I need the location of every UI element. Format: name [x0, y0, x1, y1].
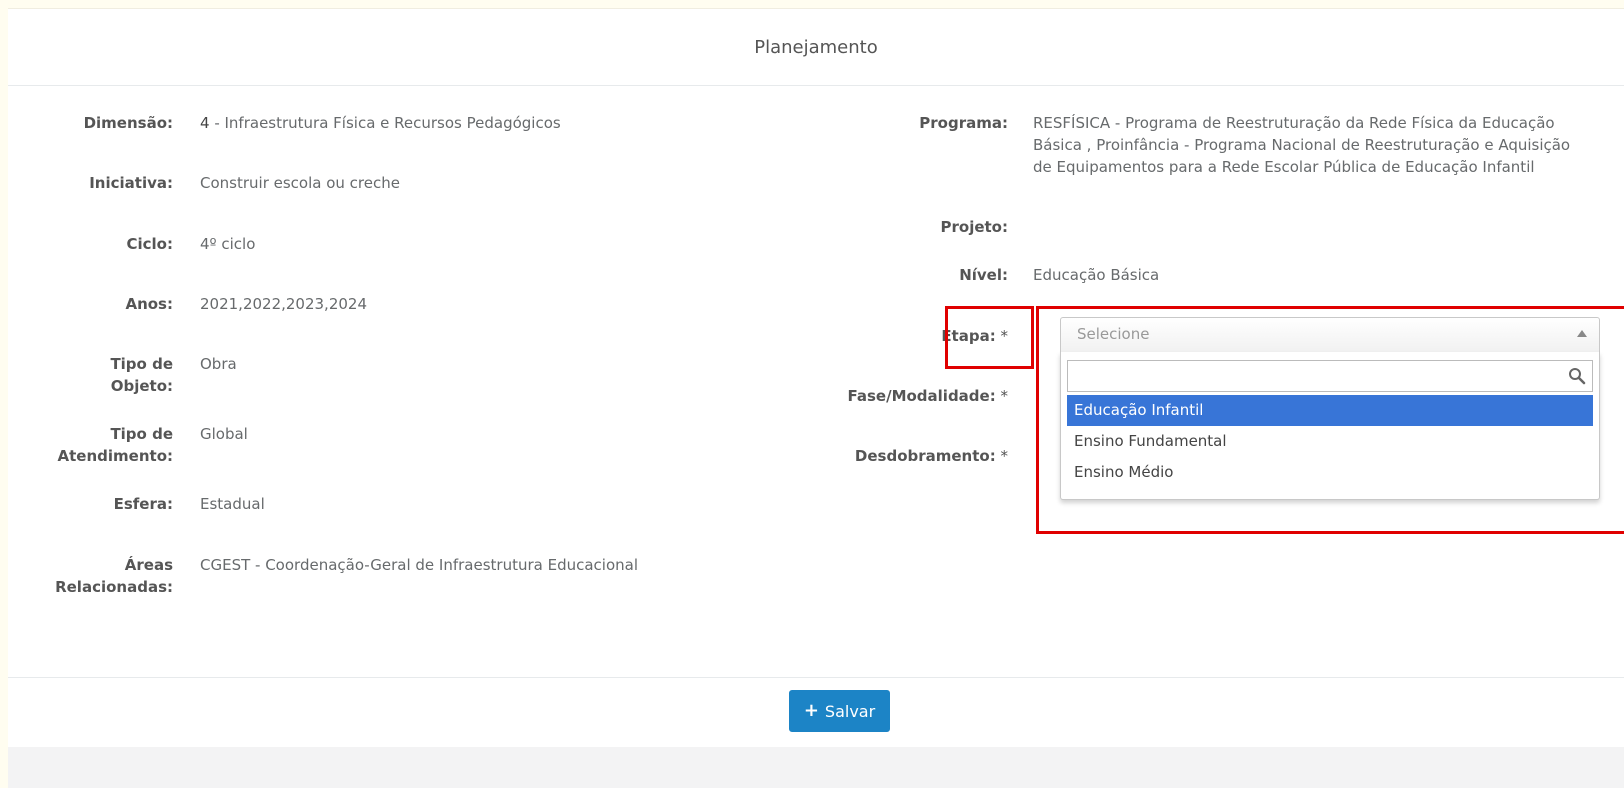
- label-tipo-objeto: Tipo de Objeto:: [38, 353, 173, 397]
- label-tipo-atendimento-line1: Tipo de: [110, 425, 173, 443]
- annotation-box-etapa-select: [1036, 306, 1624, 534]
- value-programa: RESFÍSICA - Programa de Reestruturação d…: [1033, 112, 1593, 178]
- label-programa: Programa:: [919, 114, 1008, 132]
- label-areas-line1: Áreas: [124, 556, 173, 574]
- label-tipo-objeto-line2: Objeto:: [110, 377, 173, 395]
- label-tipo-objeto-line1: Tipo de: [110, 355, 173, 373]
- save-button-label: Salvar: [824, 701, 876, 721]
- annotation-box-etapa-label: [945, 306, 1034, 369]
- required-marker: *: [995, 387, 1008, 405]
- value-anos: 2021,2022,2023,2024: [200, 295, 367, 313]
- value-programa-line2: Básica , Proinfância - Programa Nacional…: [1033, 136, 1571, 154]
- value-areas-relacionadas: CGEST - Coordenação-Geral de Infraestrut…: [200, 556, 638, 574]
- label-nivel: Nível:: [959, 266, 1008, 284]
- value-nivel: Educação Básica: [1033, 266, 1160, 284]
- save-button[interactable]: + Salvar: [789, 690, 890, 732]
- page-title: Planejamento: [754, 36, 878, 58]
- label-fase-modalidade: Fase/Modalidade: *: [788, 385, 1009, 407]
- plus-icon: +: [803, 700, 819, 721]
- value-programa-line3: de Equipamentos para a Rede Escolar Públ…: [1033, 158, 1535, 176]
- value-programa-line1: RESFÍSICA - Programa de Reestruturação d…: [1033, 114, 1555, 132]
- value-ciclo: 4º ciclo: [200, 235, 256, 253]
- label-esfera: Esfera:: [113, 495, 173, 513]
- label-dimensao: Dimensão:: [83, 114, 173, 132]
- panel-header: Planejamento: [8, 9, 1624, 86]
- label-areas-line2: Relacionadas:: [55, 578, 173, 596]
- value-esfera: Estadual: [200, 495, 265, 513]
- value-dimensao-text: - Infraestrutura Física e Recursos Pedag…: [209, 114, 561, 132]
- value-dimensao-number: 4: [200, 114, 210, 132]
- label-projeto: Projeto:: [940, 218, 1009, 236]
- label-desdobramento: Desdobramento: *: [788, 445, 1008, 467]
- value-dimensao: 4 - Infraestrutura Física e Recursos Ped…: [200, 112, 561, 134]
- label-ciclo: Ciclo:: [126, 235, 174, 253]
- label-tipo-atendimento-line2: Atendimento:: [57, 447, 173, 465]
- value-iniciativa: Construir escola ou creche: [200, 174, 400, 192]
- label-desdobramento-text: Desdobramento:: [854, 447, 996, 465]
- value-tipo-objeto: Obra: [200, 355, 237, 373]
- label-fase-text: Fase/Modalidade:: [847, 387, 996, 405]
- label-iniciativa: Iniciativa:: [89, 174, 173, 192]
- label-tipo-atendimento: Tipo de Atendimento:: [28, 423, 173, 467]
- footer-divider: [8, 677, 1624, 678]
- label-anos: Anos:: [125, 295, 173, 313]
- label-areas-relacionadas: Áreas Relacionadas:: [28, 554, 173, 598]
- value-tipo-atendimento: Global: [200, 425, 248, 443]
- required-marker: *: [995, 447, 1008, 465]
